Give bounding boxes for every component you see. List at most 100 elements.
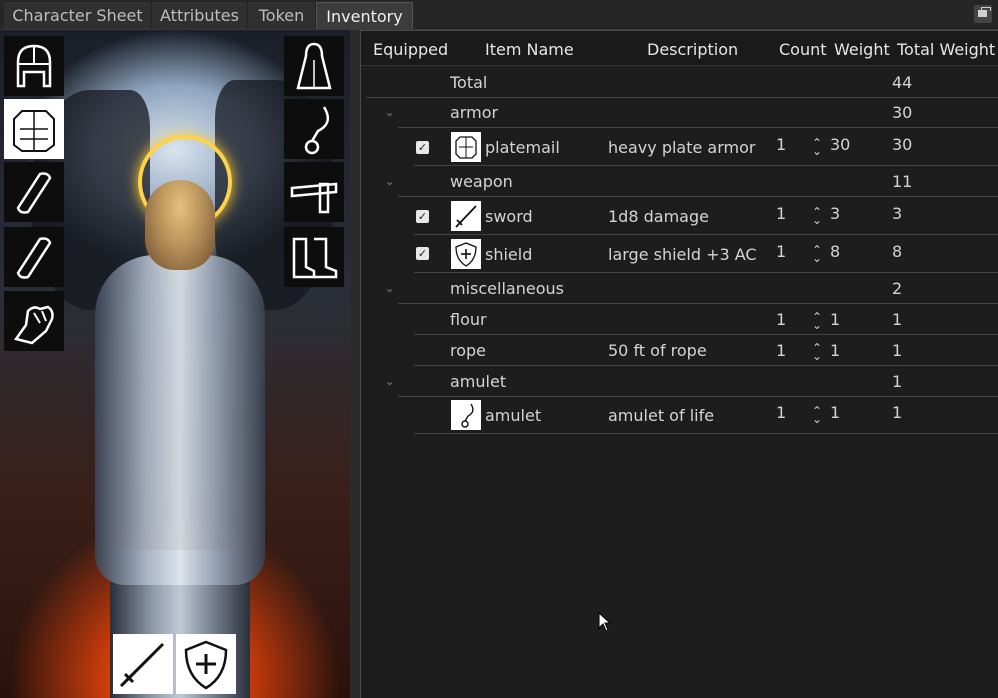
- cloak-slot[interactable]: [284, 36, 344, 96]
- group-total-weight: 1: [892, 372, 903, 391]
- item-description: large shield +3 AC: [608, 245, 757, 264]
- table-row-shield[interactable]: ✓ shield large shield +3 AC 1 ⌃ ⌄ 8 8: [361, 235, 998, 273]
- character-portrait: ⅰ: [0, 30, 350, 698]
- chevron-down-icon[interactable]: ⌄: [385, 375, 394, 388]
- chevron-down-icon[interactable]: ⌄: [385, 282, 394, 295]
- group-row-weapon[interactable]: ⌄ weapon 11: [361, 166, 998, 197]
- item-count[interactable]: 1: [776, 341, 786, 360]
- spinner-icon[interactable]: ⌃ ⌄: [812, 311, 822, 331]
- boots-slot[interactable]: [284, 227, 344, 287]
- tab-attributes[interactable]: Attributes: [152, 2, 248, 29]
- cloak-icon: [296, 42, 332, 90]
- header-weight[interactable]: Weight: [834, 40, 890, 59]
- chest-armor-icon: [13, 110, 55, 152]
- item-total-weight: 1: [892, 310, 903, 329]
- equipped-checkbox[interactable]: ✓: [416, 247, 429, 260]
- item-count[interactable]: 1: [776, 135, 786, 154]
- amulet-slot[interactable]: [284, 99, 344, 159]
- header-count[interactable]: Count: [779, 40, 827, 59]
- tab-inventory[interactable]: Inventory: [316, 2, 413, 29]
- spinner-icon[interactable]: ⌃ ⌄: [812, 342, 822, 362]
- plate-armor-icon: [455, 136, 477, 159]
- spinner-icon[interactable]: ⌃ ⌄: [812, 137, 822, 157]
- tab-character-sheet[interactable]: Character Sheet: [4, 2, 152, 29]
- item-thumbnail: [451, 400, 481, 430]
- item-total-weight: 8: [892, 242, 903, 261]
- group-name: amulet: [450, 372, 507, 391]
- bracer-slot-left[interactable]: [4, 162, 64, 222]
- bracer-slot-right[interactable]: [4, 227, 64, 287]
- row-divider: [414, 433, 998, 434]
- item-name: amulet: [485, 406, 542, 425]
- group-name: miscellaneous: [450, 279, 564, 298]
- item-weight[interactable]: 8: [830, 242, 840, 261]
- shield-icon: [455, 242, 477, 267]
- item-total-weight: 30: [892, 135, 913, 154]
- item-thumbnail: [451, 132, 481, 162]
- bracer-icon: [16, 172, 52, 214]
- helmet-slot[interactable]: [4, 36, 64, 96]
- item-thumbnail: [451, 239, 481, 269]
- popout-window-icon[interactable]: [974, 5, 992, 23]
- row-divider: [398, 196, 998, 197]
- group-name: armor: [450, 103, 499, 122]
- knight-armor: [95, 255, 265, 585]
- belt-icon: [290, 182, 338, 214]
- chevron-down-icon[interactable]: ⌄: [385, 175, 394, 188]
- item-weight[interactable]: 1: [830, 341, 840, 360]
- item-count[interactable]: 1: [776, 204, 786, 223]
- item-weight[interactable]: 3: [830, 204, 840, 223]
- group-row-amulet[interactable]: ⌄ amulet 1: [361, 366, 998, 397]
- total-row: Total 44: [361, 67, 998, 98]
- chevron-down-icon[interactable]: ⌄: [385, 106, 394, 119]
- spinner-icon[interactable]: ⌃ ⌄: [812, 206, 822, 226]
- item-description: 50 ft of rope: [608, 341, 707, 360]
- table-row-rope[interactable]: rope 50 ft of rope 1 ⌃ ⌄ 1 1: [361, 335, 998, 366]
- belt-slot[interactable]: [284, 162, 344, 222]
- header-equipped[interactable]: Equipped: [373, 40, 448, 59]
- item-weight[interactable]: 1: [830, 310, 840, 329]
- spinner-icon[interactable]: ⌃ ⌄: [812, 405, 822, 425]
- item-count[interactable]: 1: [776, 310, 786, 329]
- spinner-icon[interactable]: ⌃ ⌄: [812, 244, 822, 264]
- equipped-checkbox[interactable]: ✓: [416, 210, 429, 223]
- item-weight[interactable]: 1: [830, 403, 840, 422]
- equipped-checkbox[interactable]: ✓: [416, 141, 429, 154]
- item-thumbnail: [451, 201, 481, 231]
- item-total-weight: 1: [892, 341, 903, 360]
- gauntlet-slot[interactable]: [4, 291, 64, 351]
- panel-divider[interactable]: [350, 30, 360, 698]
- chest-armor-slot[interactable]: [4, 99, 64, 159]
- group-total-weight: 11: [892, 172, 913, 191]
- shield-icon: [184, 640, 228, 690]
- header-item-name[interactable]: Item Name: [485, 40, 574, 59]
- item-description: heavy plate armor: [608, 138, 756, 157]
- group-row-miscellaneous[interactable]: ⌄ miscellaneous 2: [361, 273, 998, 304]
- item-count[interactable]: 1: [776, 403, 786, 422]
- group-row-armor[interactable]: ⌄ armor 30: [361, 97, 998, 128]
- mouse-cursor-icon: [598, 612, 612, 632]
- bracer-icon: [16, 237, 52, 279]
- item-name: sword: [485, 207, 533, 226]
- tab-bar: Character Sheet Attributes Token Invento…: [0, 0, 998, 30]
- item-name: shield: [485, 245, 533, 264]
- sword-icon: [455, 205, 477, 228]
- total-weight-value: 44: [892, 73, 913, 92]
- header-description[interactable]: Description: [647, 40, 738, 59]
- tab-token[interactable]: Token: [248, 2, 316, 29]
- item-total-weight: 1: [892, 403, 903, 422]
- knight-head: [145, 180, 215, 270]
- main-hand-slot[interactable]: [113, 634, 173, 694]
- group-total-weight: 30: [892, 103, 913, 122]
- table-row-platemail[interactable]: ✓ platemail heavy plate armor 1 ⌃ ⌄ 30 30: [361, 130, 998, 166]
- header-total-weight[interactable]: Total Weight: [897, 40, 995, 59]
- table-row-sword[interactable]: ✓ sword 1d8 damage 1 ⌃ ⌄ 3 3: [361, 198, 998, 235]
- row-divider: [398, 127, 998, 128]
- off-hand-slot[interactable]: [176, 634, 236, 694]
- item-count[interactable]: 1: [776, 242, 786, 261]
- table-header: Equipped Item Name Description Count Wei…: [361, 31, 998, 66]
- table-row-amulet[interactable]: amulet amulet of life 1 ⌃ ⌄ 1 1: [361, 397, 998, 434]
- table-row-flour[interactable]: flour 1 ⌃ ⌄ 1 1: [361, 304, 998, 335]
- item-weight[interactable]: 30: [830, 135, 850, 154]
- gauntlet-icon: [13, 305, 54, 345]
